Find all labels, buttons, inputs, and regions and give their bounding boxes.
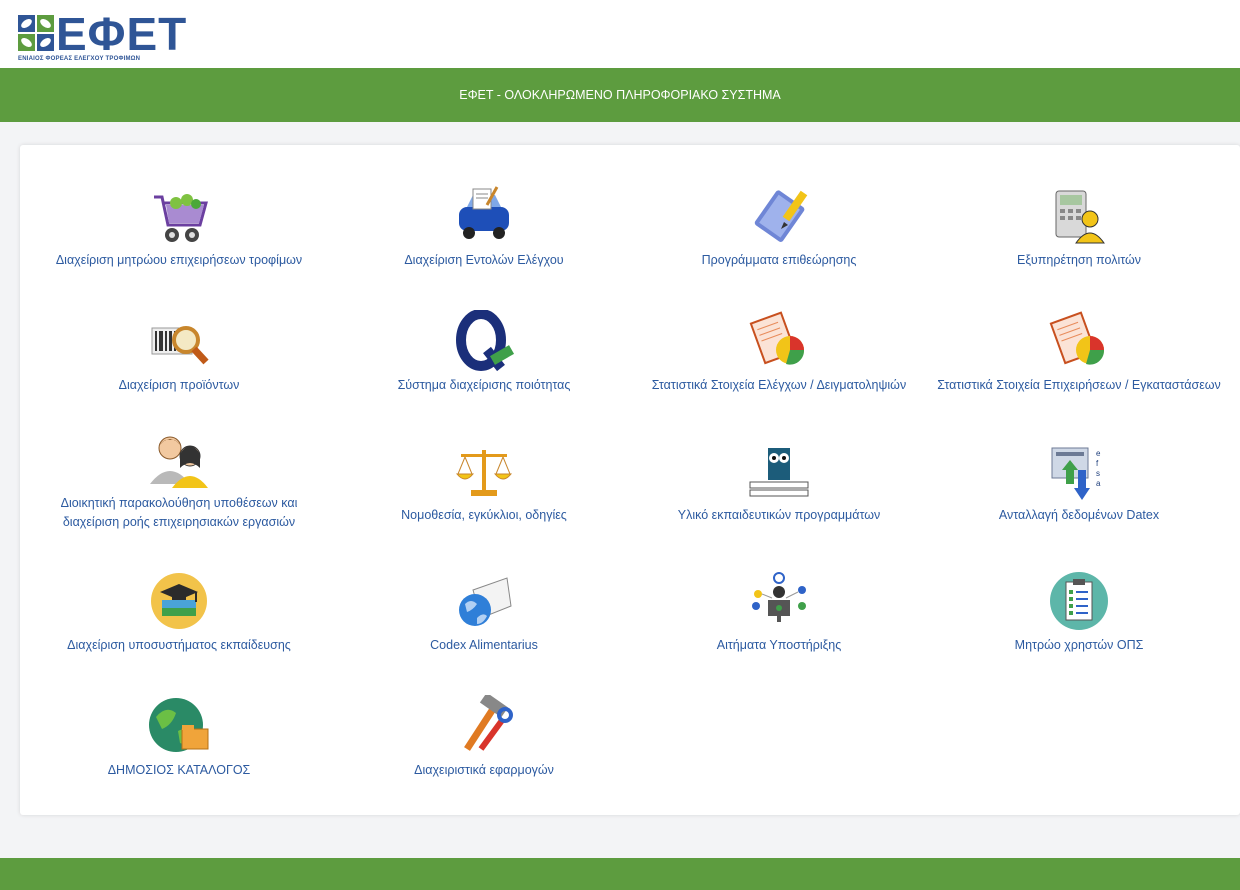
tile-business-statistics[interactable]: Στατιστικά Στοιχεία Επιχειρήσεων / Εγκατ… [924, 310, 1234, 395]
tile-label: Ανταλλαγή δεδομένων Datex [998, 508, 1160, 522]
module-grid-panel: Διαχείριση μητρώου επιχειρήσεων τροφίμων… [20, 145, 1240, 815]
tile-public-catalog[interactable]: ΔΗΜΟΣΙΟΣ ΚΑΤΑΛΟΓΟΣ [24, 695, 334, 780]
tile-label: Codex Alimentarius [430, 638, 538, 652]
efet-logo[interactable]: ΕΦΕΤ ΕΝΙΑΙΟΣ ΦΟΡΕΑΣ ΕΛΕΓΧΟΥ ΤΡΟΦΙΜΩΝ [18, 8, 198, 65]
logo-subtitle: ΕΝΙΑΙΟΣ ΦΟΡΕΑΣ ΕΛΕΓΧΟΥ ΤΡΟΦΙΜΩΝ [18, 56, 141, 62]
svg-text:f: f [1096, 459, 1099, 468]
footer-bar [0, 858, 1240, 890]
tile-food-business-registry[interactable]: Διαχείριση μητρώου επιχειρήσεων τροφίμων [24, 185, 334, 270]
inspection-car-icon [459, 186, 509, 239]
tile-inspection-statistics[interactable]: Στατιστικά Στοιχεία Ελέγχων / Δειγματολη… [624, 310, 934, 395]
tile-label: Νομοθεσία, εγκύκλιοι, οδηγίες [401, 508, 567, 522]
report-pie-chart-icon [1049, 311, 1105, 365]
tile-label: Διαχείριση υποσυστήματος εκπαίδευσης [67, 638, 291, 652]
barcode-magnifier-icon [151, 326, 209, 365]
tile-training-subsystem[interactable]: Διαχείριση υποσυστήματος εκπαίδευσης [24, 570, 334, 655]
tile-label: Διαχειριστικά εφαρμογών [414, 763, 554, 777]
tile-label: Σύστημα διαχείρισης ποιότητας [397, 378, 571, 392]
tile-training-material[interactable]: Υλικό εκπαιδευτικών προγραμμάτων [624, 440, 934, 525]
tile-label: Στατιστικά Στοιχεία Ελέγχων / Δειγματολη… [651, 378, 907, 392]
tile-inspection-orders[interactable]: Διαχείριση Εντολών Ελέγχου [329, 185, 639, 270]
tile-label: Διαχείριση μητρώου επιχειρήσεων τροφίμων [55, 253, 303, 267]
notepad-pencil-icon [754, 190, 808, 242]
logo-header: ΕΦΕΤ ΕΝΙΑΙΟΣ ΦΟΡΕΑΣ ΕΛΕΓΧΟΥ ΤΡΟΦΙΜΩΝ [0, 8, 1240, 68]
tile-inspection-programs[interactable]: Προγράμματα επιθεώρησης [624, 185, 934, 270]
tile-product-management[interactable]: Διαχείριση προϊόντων [24, 310, 334, 395]
tile-legislation[interactable]: Νομοθεσία, εγκύκλιοι, οδηγίες [329, 440, 639, 525]
scales-icon [455, 450, 513, 496]
owl-books-icon [749, 448, 809, 497]
shopping-cart-icon [154, 194, 208, 242]
phone-user-icon [1055, 190, 1105, 244]
tile-user-registry[interactable]: Μητρώο χρηστών ΟΠΣ [924, 570, 1234, 655]
globe-envelope-icon [459, 577, 512, 626]
tile-citizen-service[interactable]: Εξυπηρέτηση πολιτών [924, 185, 1234, 270]
tile-label: Εξυπηρέτηση πολιτών [1016, 253, 1142, 267]
tile-datex-exchange[interactable]: e f s a Ανταλλαγή δεδομένων Datex [924, 440, 1234, 525]
quality-q-icon [456, 310, 515, 372]
globe-folder-icon [149, 698, 209, 752]
data-exchange-efsa-icon: e f s a [1051, 447, 1101, 500]
support-network-icon [752, 572, 806, 622]
report-pie-chart-icon [749, 311, 805, 365]
tile-label: Διαχείριση προϊόντων [118, 378, 240, 392]
graduation-books-icon [151, 573, 207, 629]
tile-label-line2: διαχείριση ροής επιχειρησιακών εργασιών [62, 515, 296, 529]
hammer-wrench-icon [464, 695, 513, 751]
svg-text:s: s [1096, 469, 1100, 478]
clipboard-checklist-icon [1050, 572, 1108, 630]
tile-label: Διαχείριση Εντολών Ελέγχου [404, 253, 564, 267]
svg-text:a: a [1096, 479, 1101, 488]
tile-label: Μητρώο χρηστών ΟΠΣ [1014, 638, 1144, 652]
tile-app-administration[interactable]: Διαχειριστικά εφαρμογών [329, 695, 639, 780]
tile-case-workflow[interactable]: Διοικητική παρακολούθηση υποθέσεων και δ… [24, 428, 334, 532]
users-workflow-icon [150, 436, 208, 488]
tile-label: Διοικητική παρακολούθηση υποθέσεων και [60, 496, 298, 510]
tile-label: Στατιστικά Στοιχεία Επιχειρήσεων / Εγκατ… [937, 378, 1221, 392]
tile-label: Προγράμματα επιθεώρησης [701, 253, 857, 267]
tile-label: Αιτήματα Υποστήριξης [716, 638, 842, 652]
tile-support-requests[interactable]: Αιτήματα Υποστήριξης [624, 570, 934, 655]
tile-codex-alimentarius[interactable]: Codex Alimentarius [329, 570, 639, 655]
title-bar: ΕΦΕΤ - ΟΛΟΚΛΗΡΩΜΕΝΟ ΠΛΗΡΟΦΟΡΙΑΚΟ ΣΥΣΤΗΜΑ [0, 68, 1240, 122]
tile-label: Υλικό εκπαιδευτικών προγραμμάτων [677, 508, 881, 522]
logo-leaves-icon [18, 15, 54, 51]
tile-quality-system[interactable]: Σύστημα διαχείρισης ποιότητας [329, 310, 639, 395]
svg-text:e: e [1096, 449, 1101, 458]
tile-label: ΔΗΜΟΣΙΟΣ ΚΑΤΑΛΟΓΟΣ [107, 763, 251, 777]
logo-wordmark: ΕΦΕΤ [56, 8, 188, 60]
page-title: ΕΦΕΤ - ΟΛΟΚΛΗΡΩΜΕΝΟ ΠΛΗΡΟΦΟΡΙΑΚΟ ΣΥΣΤΗΜΑ [459, 88, 781, 102]
